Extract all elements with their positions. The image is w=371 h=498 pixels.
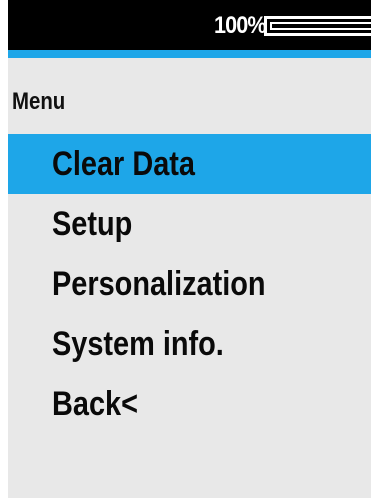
menu-item-system-info[interactable]: System info. xyxy=(8,314,371,374)
menu-list: Clear Data Setup Personalization System … xyxy=(8,134,371,434)
battery-percent: 100% xyxy=(214,12,267,39)
header-divider xyxy=(8,50,371,58)
menu-item-label: Setup xyxy=(52,204,133,243)
battery-level-bar xyxy=(270,22,371,30)
menu-title: Menu xyxy=(12,88,66,115)
menu-item-clear-data[interactable]: Clear Data xyxy=(8,134,371,194)
menu-item-label: Clear Data xyxy=(52,144,195,183)
battery-icon xyxy=(264,16,371,36)
menu-item-label: Back< xyxy=(52,384,138,423)
menu-item-personalization[interactable]: Personalization xyxy=(8,254,371,314)
menu-item-back[interactable]: Back< xyxy=(8,374,371,434)
menu-item-setup[interactable]: Setup xyxy=(8,194,371,254)
device-screen: 100% Menu Clear Data Setup Personalizati… xyxy=(8,0,371,498)
menu-item-label: System info. xyxy=(52,324,224,363)
status-bar: 100% xyxy=(8,0,371,50)
menu-item-label: Personalization xyxy=(52,264,266,303)
